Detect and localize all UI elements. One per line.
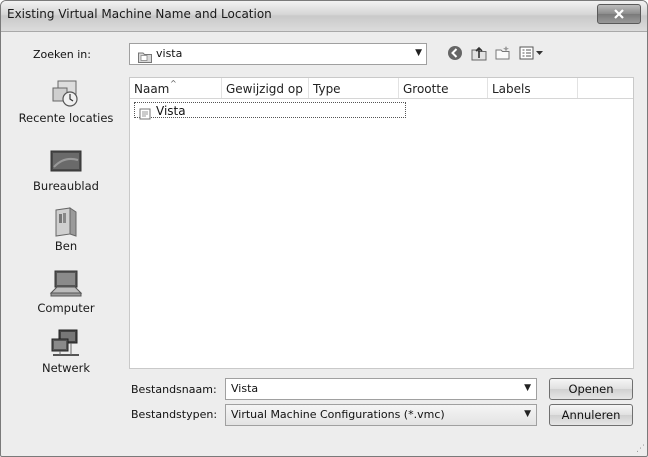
place-desktop[interactable]: Bureaublad [9,147,123,193]
cancel-button[interactable]: Annuleren [549,404,633,426]
column-label: Naam [134,82,170,96]
filetype-dropdown[interactable]: Virtual Machine Configurations (*.vmc) ▼ [225,404,537,426]
file-name: Vista [156,104,186,118]
place-label: Ben [54,239,78,253]
resize-grip-icon[interactable]: ⋰ [636,444,645,454]
lookin-dropdown[interactable]: vista ▼ [129,43,427,65]
column-name[interactable]: ^ Naam [130,78,222,98]
column-header: ^ Naam Gewijzigd op Type Grootte Labels [130,78,633,99]
desktop-icon [49,147,83,177]
column-label: Type [313,82,341,96]
chevron-down-icon[interactable]: ▼ [524,383,531,393]
place-computer[interactable]: Computer [9,269,123,315]
filetype-label: Bestandstypen: [131,408,218,421]
network-icon [49,329,83,359]
back-icon[interactable] [446,44,464,62]
column-labels[interactable]: Labels [488,78,578,98]
window-title: Existing Virtual Machine Name and Locati… [7,7,272,21]
new-folder-icon[interactable] [494,44,512,62]
open-button[interactable]: Openen [549,378,633,400]
place-network[interactable]: Netwerk [9,329,123,375]
filename-label: Bestandsnaam: [131,383,217,396]
file-icon [139,105,151,124]
filename-value: Vista [231,382,259,395]
column-modified[interactable]: Gewijzigd op [222,78,309,98]
chevron-down-icon[interactable]: ▼ [415,48,422,58]
file-list[interactable]: ^ Naam Gewijzigd op Type Grootte Labels … [129,77,634,369]
place-label: Recente locaties [18,111,114,125]
recent-places-icon [49,79,83,109]
list-item[interactable]: Vista [134,102,406,120]
close-icon [613,9,625,19]
close-button[interactable] [597,4,641,24]
column-size[interactable]: Grootte [399,78,488,98]
lookin-label: Zoeken in: [33,48,91,61]
place-user-folder[interactable]: Ben [9,207,123,253]
column-label: Gewijzigd op [226,82,303,96]
filename-input[interactable]: Vista ▼ [225,378,537,400]
title-bar[interactable]: Existing Virtual Machine Name and Locati… [1,1,647,32]
up-folder-icon[interactable] [470,44,488,62]
folder-icon [138,48,152,67]
places-bar: Recente locaties Bureaublad Ben Computer… [9,71,123,391]
place-label: Netwerk [41,361,91,375]
filetype-value: Virtual Machine Configurations (*.vmc) [231,408,445,421]
column-label: Grootte [403,82,449,96]
place-label: Computer [37,301,95,315]
view-menu-icon[interactable] [518,44,546,62]
lookin-value: vista [156,47,183,60]
file-dialog: Existing Virtual Machine Name and Locati… [0,0,648,457]
column-label: Labels [492,82,531,96]
place-recent-locations[interactable]: Recente locaties [9,79,123,125]
computer-icon [49,269,83,299]
column-type[interactable]: Type [309,78,399,98]
sort-ascending-icon: ^ [170,79,177,88]
chevron-down-icon[interactable]: ▼ [524,409,531,419]
place-label: Bureaublad [33,179,99,193]
user-folder-icon [49,207,83,237]
